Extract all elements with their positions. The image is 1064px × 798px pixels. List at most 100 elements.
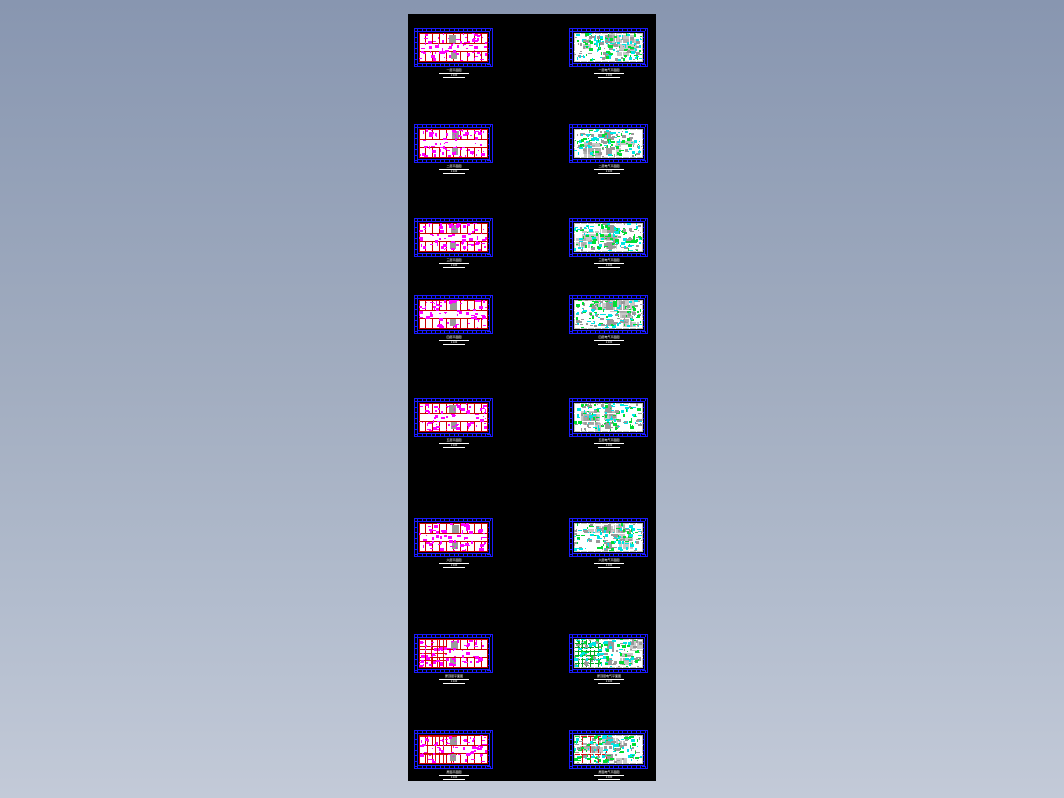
fixture-symbol xyxy=(623,536,626,538)
drawing-title-block: 五层电气平面图 1:100 xyxy=(588,438,630,449)
fixture-symbol xyxy=(633,236,635,239)
fixture-symbol xyxy=(453,225,454,228)
fixture-symbol xyxy=(462,244,463,245)
fixture-symbol xyxy=(611,141,615,143)
fixture-symbol xyxy=(466,652,470,655)
fixture-symbol xyxy=(475,318,477,320)
fixture-symbol xyxy=(640,321,641,323)
fixture-symbol xyxy=(596,314,598,317)
fixture-symbol xyxy=(473,753,474,754)
fixture-symbol xyxy=(578,300,582,301)
fixture-symbol xyxy=(422,753,423,754)
drawing-tile[interactable]: 四层平面图 1:100 xyxy=(413,292,495,348)
fixture-symbol xyxy=(474,750,476,752)
fixture-symbol xyxy=(606,408,607,409)
fixture-symbol xyxy=(448,38,449,39)
fixture-symbol xyxy=(585,147,587,148)
drawing-title-block: 四层平面图 1:100 xyxy=(433,335,475,346)
fixture-symbol xyxy=(616,528,620,529)
fixture-symbol xyxy=(587,232,588,233)
drawing-tile[interactable]: 二层电气平面图 1:100 xyxy=(568,121,650,177)
drawing-tile[interactable]: 屋顶层平面图 1:100 xyxy=(413,631,495,687)
fixture-symbol xyxy=(621,410,624,413)
fixture-symbol xyxy=(425,42,426,45)
fixture-symbol xyxy=(437,325,440,327)
dimension-tick-row xyxy=(572,434,646,437)
drawing-tile[interactable]: 屋面平面图 1:100 xyxy=(413,727,495,781)
drawing-tile[interactable]: 六层电气平面图 1:100 xyxy=(568,515,650,571)
fixture-symbol xyxy=(442,40,444,43)
fixture-symbol xyxy=(475,656,479,659)
dimension-tick-row xyxy=(572,28,646,31)
fixture-symbol xyxy=(483,416,484,417)
fixture-symbol xyxy=(422,744,426,746)
fixture-symbol xyxy=(614,310,616,311)
fixture-symbol xyxy=(428,41,432,44)
dimension-tick-column xyxy=(569,637,572,671)
fixture-symbol xyxy=(444,57,445,58)
fixture-symbol xyxy=(577,57,578,60)
partition-wall xyxy=(446,421,447,432)
fixture-symbol xyxy=(602,755,605,758)
fixture-symbol xyxy=(475,56,478,57)
fixture-symbol xyxy=(590,325,593,326)
drawing-tile[interactable]: 一层平面图 1:100 xyxy=(413,25,495,81)
fixture-symbol xyxy=(611,410,614,411)
fixture-symbol xyxy=(481,537,485,538)
fixture-symbol xyxy=(469,406,471,408)
drawing-scale: 1:100 xyxy=(605,340,613,344)
drawing-tile[interactable]: 三层电气平面图 1:100 xyxy=(568,215,650,271)
fixture-symbol xyxy=(624,743,627,746)
drawing-tile[interactable]: 三层平面图 1:100 xyxy=(413,215,495,271)
fixture-symbol xyxy=(473,223,477,224)
drawing-tile[interactable]: 六层平面图 1:100 xyxy=(413,515,495,571)
fixture-symbol xyxy=(625,149,628,152)
dimension-tick-row xyxy=(572,670,646,673)
partition-wall xyxy=(439,33,440,43)
fixture-symbol xyxy=(464,247,465,250)
drawing-tile[interactable]: 五层平面图 1:100 xyxy=(413,395,495,451)
fixture-symbol xyxy=(639,141,640,142)
drawing-canvas[interactable]: 一层平面图 1:100 一层电气平面图 1:100 二层平面图 1:100 二层电气平面图 1… xyxy=(408,14,656,781)
fixture-symbol xyxy=(627,223,631,225)
fixture-symbol xyxy=(605,301,608,302)
fixture-symbol xyxy=(637,529,641,530)
fixture-symbol xyxy=(614,761,617,763)
fixture-symbol xyxy=(631,749,632,751)
fixture-symbol xyxy=(420,641,423,644)
fixture-symbol xyxy=(586,658,588,661)
drawing-tile[interactable]: 四层电气平面图 1:100 xyxy=(568,292,650,348)
fixture-symbol xyxy=(609,660,613,661)
fixture-symbol xyxy=(432,759,434,762)
fixture-symbol xyxy=(600,57,602,58)
fixture-symbol xyxy=(419,662,421,663)
fixture-symbol xyxy=(453,134,454,135)
fixture-symbol xyxy=(584,227,586,229)
fixture-symbol xyxy=(608,154,612,156)
drawing-title: 四层电气平面图 xyxy=(598,335,620,339)
fixture-symbol xyxy=(424,752,427,753)
fixture-symbol xyxy=(599,743,602,745)
fixture-symbol xyxy=(617,136,620,137)
fixture-symbol xyxy=(425,738,427,741)
fixture-symbol xyxy=(428,526,431,527)
fixture-symbol xyxy=(620,639,623,640)
drawing-tile[interactable]: 二层平面图 1:100 xyxy=(413,121,495,177)
fixture-symbol xyxy=(457,223,461,225)
drawing-tile[interactable]: 屋面电气平面图 1:100 xyxy=(568,727,650,781)
drawing-tile[interactable]: 一层电气平面图 1:100 xyxy=(568,25,650,81)
fixture-symbol xyxy=(577,523,578,526)
fixture-symbol xyxy=(629,525,633,528)
fixture-symbol xyxy=(592,305,595,308)
fixture-symbol xyxy=(629,312,630,313)
fixture-symbol xyxy=(420,239,423,241)
fixture-symbol xyxy=(624,322,625,324)
fixture-symbol xyxy=(611,33,613,34)
fixture-symbol xyxy=(435,143,436,145)
drawing-tile[interactable]: 屋顶层电气平面图 1:100 xyxy=(568,631,650,687)
drawing-tile[interactable]: 五层电气平面图 1:100 xyxy=(568,395,650,451)
partition-wall xyxy=(580,657,581,668)
fixture-symbol xyxy=(440,740,444,741)
drawing-scale: 1:100 xyxy=(605,263,613,267)
fixture-symbol xyxy=(420,154,421,156)
